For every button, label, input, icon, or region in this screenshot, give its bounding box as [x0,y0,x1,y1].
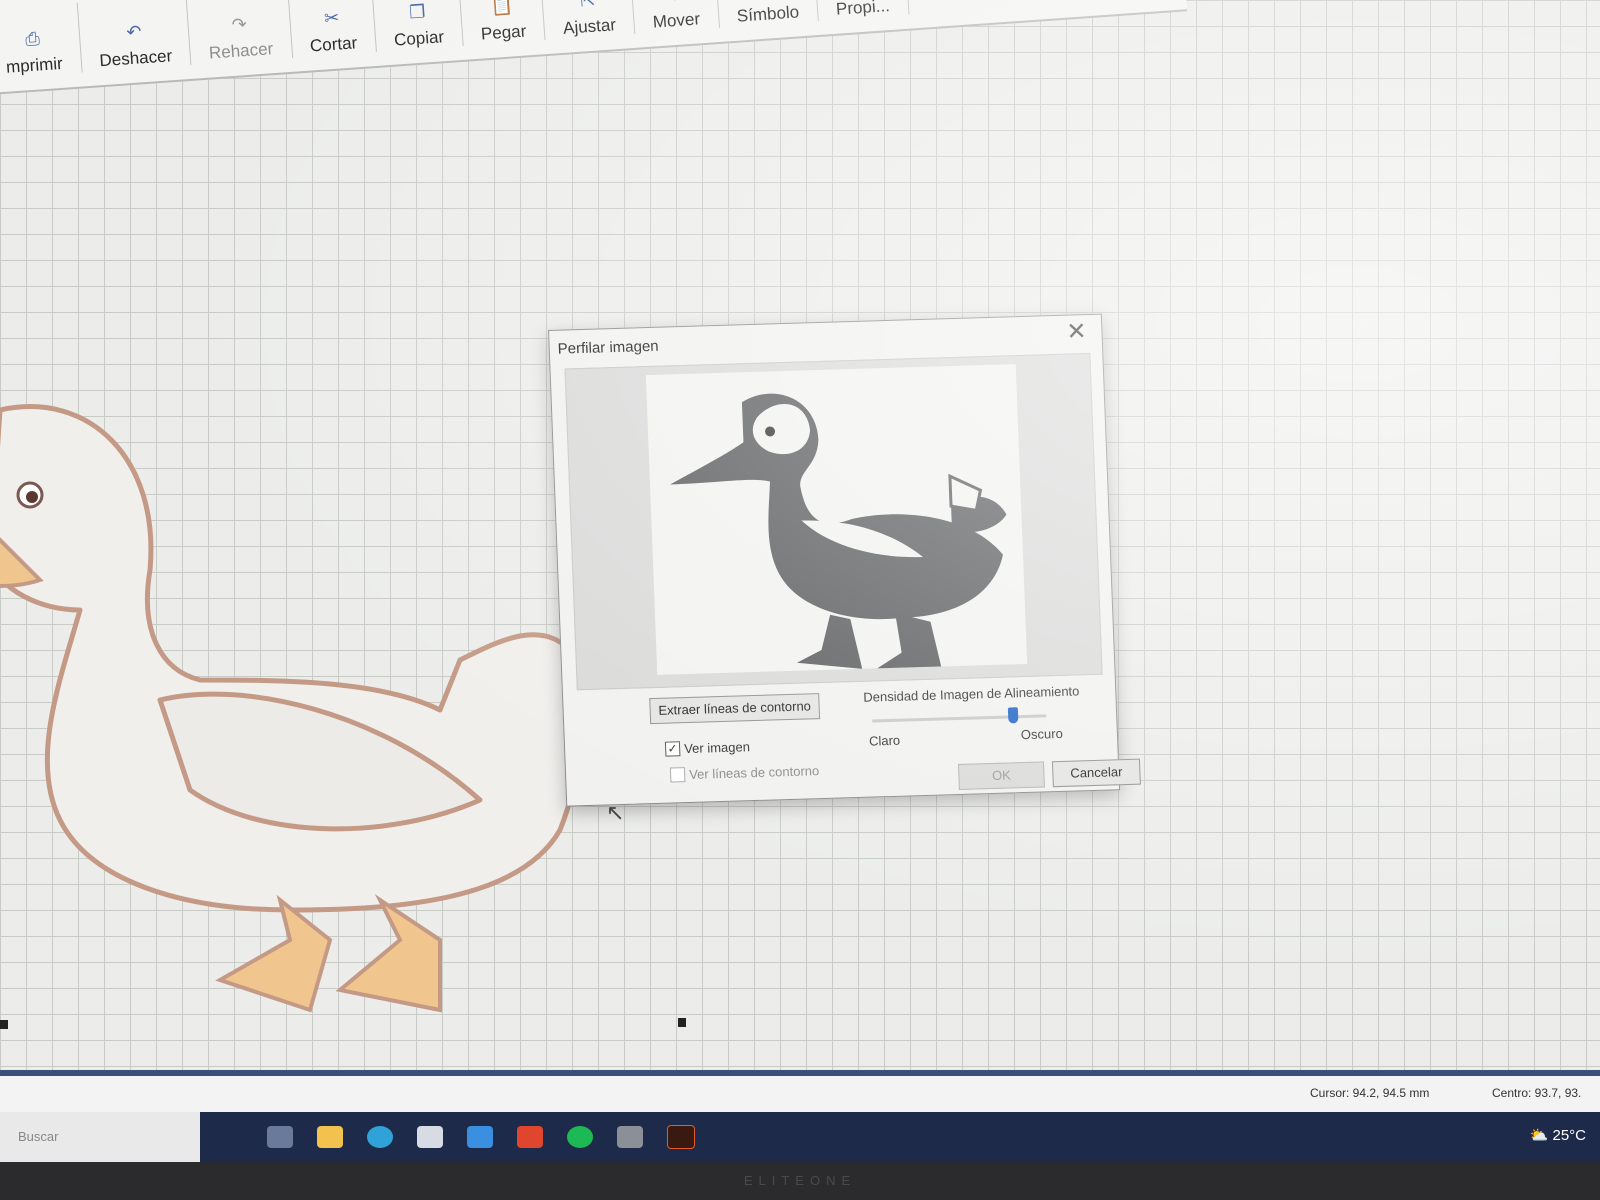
brave-icon[interactable] [517,1126,543,1148]
copy-button[interactable]: ❐ Copiar [371,0,464,52]
density-label: Densidad de Imagen de Alineamiento [863,683,1080,705]
show-contours-label: Ver líneas de contorno [688,763,820,782]
trace-image-dialog: Perfilar imagen ✕ Extraer líneas de cont… [548,313,1141,807]
undo-icon: ↶ [125,21,143,43]
weather-widget[interactable]: ⛅ 25°C [1530,1126,1586,1144]
monitor-bezel: ELITEONE [0,1162,1600,1200]
show-image-checkbox[interactable]: ✓ Ver imagen [664,739,751,757]
density-slider-thumb[interactable] [1007,707,1019,724]
properties-label: Propi... [835,0,891,19]
weather-temp: 25°C [1552,1127,1586,1144]
duck-drawing[interactable] [0,380,620,1040]
cursor-coordinates: Cursor: 94.2, 94.5 mm [1310,1086,1430,1100]
selection-handle[interactable] [678,1018,686,1027]
align-button[interactable]: ⇱ Ajustar [541,0,636,41]
mouse-cursor-icon: ↖ [606,800,625,825]
undo-label: Deshacer [98,46,173,71]
copy-label: Copiar [393,27,445,50]
redo-icon: ↷ [231,13,248,35]
mail-icon[interactable] [467,1126,493,1148]
redo-button[interactable]: ↷ Rehacer [186,0,293,65]
printer-icon: ⎙ [24,28,41,50]
cancel-button[interactable]: Cancelar [1051,758,1141,788]
slider-max-label: Oscuro [1020,725,1064,743]
undo-button[interactable]: ↶ Deshacer [77,0,192,73]
move-label: Mover [652,9,701,32]
print-button[interactable]: ⎙ mprimir [0,2,83,80]
app-icon[interactable] [617,1126,643,1148]
center-coordinates: Centro: 93.7, 93. [1492,1086,1582,1100]
close-icon[interactable]: ✕ [1063,318,1090,346]
symbol-button[interactable]: ★ Símbolo [714,0,819,28]
spotify-icon[interactable] [567,1126,593,1148]
store-icon[interactable] [417,1126,443,1148]
align-icon: ⇱ [579,0,596,11]
density-slider-track[interactable] [872,714,1047,723]
symbol-label: Símbolo [736,2,800,26]
taskbar: Buscar ⛅ 25°C [0,1112,1600,1162]
canvas-area[interactable]: ⎙ mprimir ↶ Deshacer ↷ Rehacer ✂ Cortar … [0,0,1600,1080]
taskbar-search[interactable]: Buscar [0,1112,200,1162]
empty-checkbox-icon[interactable] [669,767,686,783]
show-contours-checkbox[interactable]: Ver líneas de contorno [669,763,820,783]
scissors-icon: ✂ [323,7,340,29]
show-image-label: Ver imagen [683,739,751,757]
file-explorer-icon[interactable] [317,1126,343,1148]
weather-icon: ⛅ [1529,1127,1549,1144]
paste-icon: 📋 [489,0,514,17]
ok-button[interactable]: OK [957,761,1045,790]
dialog-title: Perfilar imagen [557,337,659,358]
image-preview [564,352,1103,691]
print-label: mprimir [5,53,64,77]
status-bar: Cursor: 94.2, 94.5 mm Centro: 93.7, 93. [0,1070,1600,1112]
copy-icon: ❐ [408,1,426,23]
move-button[interactable]: ✥ Mover [630,0,720,34]
ribbon-toolbar: ⎙ mprimir ↶ Deshacer ↷ Rehacer ✂ Cortar … [0,0,1188,95]
selection-handle[interactable] [0,1020,8,1029]
illustrator-icon[interactable] [667,1125,695,1149]
align-label: Ajustar [562,15,617,38]
paste-label: Pegar [480,21,527,44]
slider-min-label: Claro [868,732,901,749]
paste-button[interactable]: 📋 Pegar [458,0,546,46]
duck-silhouette [670,393,1007,672]
edge-icon[interactable] [367,1126,393,1148]
cut-label: Cortar [309,33,358,56]
properties-button[interactable]: ⚙ Propi... [813,0,910,22]
redo-label: Rehacer [208,39,274,63]
task-view-icon[interactable] [267,1126,293,1148]
move-icon: ✥ [666,0,683,6]
extract-contours-button[interactable]: Extraer líneas de contorno [649,693,821,725]
cut-button[interactable]: ✂ Cortar [287,0,377,58]
check-icon[interactable]: ✓ [664,741,681,757]
